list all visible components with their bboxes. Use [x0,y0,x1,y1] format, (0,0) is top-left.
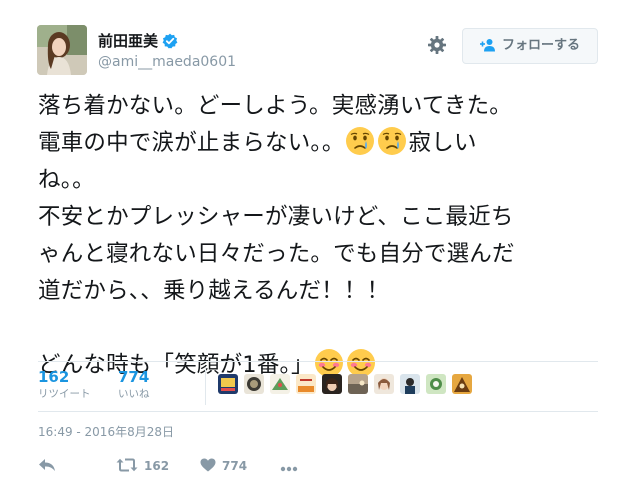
heart-icon [200,457,216,476]
like-stat-label: いいね [118,388,150,400]
tweet-line-segment: 電車の中で涙が止まらない。。 [38,130,345,156]
liker-avatar[interactable] [218,374,238,394]
liker-avatar[interactable] [452,374,472,394]
tweet-line: 道だから、、乗り越えるんだ！！！ [38,278,390,304]
reply-icon [38,457,56,476]
crying-face-emoji-icon [377,126,407,156]
reply-button[interactable] [38,457,116,476]
tweet-text: 落ち着かない。どーしよう。実感湧いてきた。 電車の中で涙が止まらない。。 寂しい… [38,88,613,384]
retweet-icon [116,457,138,476]
tweet-line: 電車の中で涙が止まらない。。 寂しい [38,125,613,162]
name-row: 前田亜美 [98,31,178,51]
like-stat[interactable]: 774 いいね [118,367,150,401]
like-stat-count: 774 [118,368,150,386]
like-button[interactable]: 774 [200,457,280,476]
liker-avatar[interactable] [322,374,342,394]
liker-avatar[interactable] [296,374,316,394]
liker-avatar[interactable] [244,374,264,394]
retweet-stat-label: リツイート [38,388,91,400]
retweet-button[interactable]: 162 [116,457,200,476]
retweet-stat[interactable]: 162 リツイート [38,367,91,401]
retweet-action-count: 162 [144,459,170,473]
verified-badge-icon [162,33,178,49]
display-name[interactable]: 前田亜美 [98,31,158,51]
follow-label: フォローする [501,38,580,53]
tweet-line: 落ち着かない。どーしよう。実感湧いてきた。 [38,93,513,119]
liker-avatar[interactable] [270,374,290,394]
liker-avatar[interactable] [426,374,446,394]
follow-button[interactable]: フォローする [462,28,598,64]
tweet-card: 前田亜美 @ami__maeda0601 フォローする 落ち着かない。どーしよう… [0,0,634,503]
avatar[interactable] [37,25,87,75]
liker-avatar[interactable] [374,374,394,394]
tweet-line: 不安とかプレッシャーが凄いけど、ここ最近ち [38,204,514,230]
tweet-actions: 162 774 [38,455,298,477]
tweet-line-segment: 寂しい [408,130,477,156]
tweet-line: ね。。 [38,167,95,193]
stats-divider-bottom [38,411,598,412]
liker-avatars [218,374,478,394]
liker-avatar[interactable] [348,374,368,394]
user-plus-icon [479,37,496,56]
tweet-line: ゃんと寝れない日々だった。でも自分で選んだ [38,241,515,267]
gear-icon[interactable] [426,34,448,56]
retweet-stat-count: 162 [38,368,70,386]
user-handle[interactable]: @ami__maeda0601 [98,53,236,71]
like-action-count: 774 [222,459,248,473]
liker-avatar[interactable] [400,374,420,394]
tweet-timestamp[interactable]: 16:49 - 2016年8月28日 [38,424,174,440]
stats-divider-top [38,361,598,362]
stats-separator [205,367,206,405]
more-button[interactable] [280,457,298,476]
crying-face-emoji-icon [345,126,375,156]
more-dots-icon [280,457,298,476]
